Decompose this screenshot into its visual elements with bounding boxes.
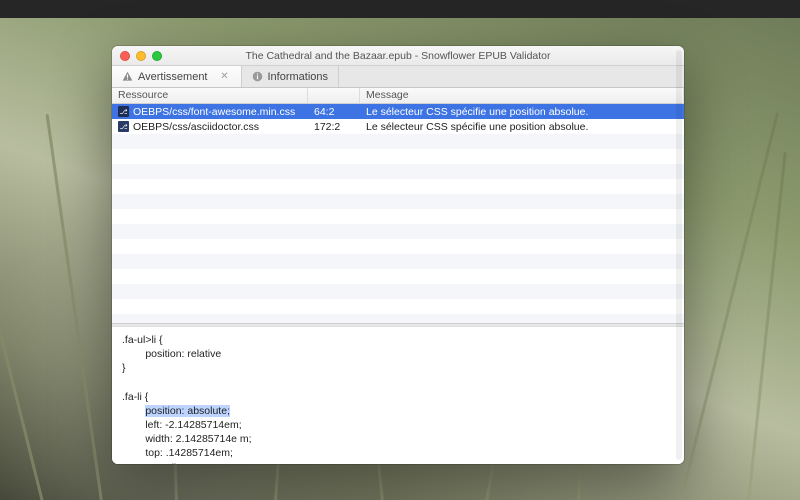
- source-line: text-align: center: [122, 461, 674, 464]
- table-row-empty: [112, 149, 684, 164]
- source-line: [122, 376, 674, 390]
- titlebar[interactable]: The Cathedral and the Bazaar.epub - Snow…: [112, 46, 684, 66]
- table-row-empty: [112, 194, 684, 209]
- table-row-empty: [112, 284, 684, 299]
- source-line: }: [122, 361, 674, 375]
- resize-grip[interactable]: [672, 452, 682, 462]
- column-header-resource[interactable]: Ressource: [112, 88, 308, 103]
- source-line: top: .14285714em;: [122, 446, 674, 460]
- app-window: The Cathedral and the Bazaar.epub - Snow…: [112, 46, 684, 464]
- table-header-row: Ressource Message: [112, 88, 684, 104]
- source-line: width: 2.14285714e m;: [122, 432, 674, 446]
- window-controls: [112, 51, 162, 61]
- table-row-empty: [112, 239, 684, 254]
- cell-line: 64:2: [308, 106, 360, 118]
- desktop-background: The Cathedral and the Bazaar.epub - Snow…: [0, 0, 800, 500]
- cell-line: 172:2: [308, 121, 360, 133]
- cell-resource: ⎇ OEBPS/css/asciidoctor.css: [112, 121, 308, 133]
- resource-path: OEBPS/css/asciidoctor.css: [133, 121, 259, 133]
- window-title: The Cathedral and the Bazaar.epub - Snow…: [112, 50, 684, 62]
- zoom-window-button[interactable]: [152, 51, 162, 61]
- cell-message: Le sélecteur CSS spécifie une position a…: [360, 121, 684, 133]
- table-row[interactable]: ⎇ OEBPS/css/font-awesome.min.css 64:2Le sé…: [112, 104, 684, 119]
- cell-message: Le sélecteur CSS spécifie une position a…: [360, 106, 684, 118]
- content-area: Ressource Message ⎇ OEBPS/css/font-awesom…: [112, 88, 684, 464]
- table-row[interactable]: ⎇ OEBPS/css/asciidoctor.css 172:2Le sélect…: [112, 119, 684, 134]
- cell-resource: ⎇ OEBPS/css/font-awesome.min.css: [112, 106, 308, 118]
- highlighted-code: position: absolute;: [145, 405, 230, 417]
- source-line: .fa-li {: [122, 390, 674, 404]
- info-icon: [252, 71, 263, 82]
- table-row-empty: [112, 209, 684, 224]
- source-line: position: absolute;: [122, 404, 674, 418]
- table-row-empty: [112, 134, 684, 149]
- table-row-empty: [112, 314, 684, 323]
- results-table: ⎇ OEBPS/css/font-awesome.min.css 64:2Le sé…: [112, 104, 684, 323]
- close-tab-button[interactable]: ✕: [219, 71, 231, 83]
- column-header-line[interactable]: [308, 88, 360, 103]
- tab-label: Informations: [268, 71, 329, 83]
- tab-label: Avertissement: [138, 71, 208, 83]
- css-file-icon: ⎇: [118, 121, 129, 132]
- css-file-icon: ⎇: [118, 106, 129, 117]
- tab-informations[interactable]: Informations: [242, 66, 340, 87]
- tab-avertissement[interactable]: Avertissement ✕: [112, 66, 242, 87]
- source-preview[interactable]: .fa-ul>li { position: relative} .fa-li {…: [112, 326, 684, 464]
- table-row-empty: [112, 164, 684, 179]
- source-line: .fa-ul>li {: [122, 333, 674, 347]
- close-window-button[interactable]: [120, 51, 130, 61]
- minimize-window-button[interactable]: [136, 51, 146, 61]
- resource-path: OEBPS/css/font-awesome.min.css: [133, 106, 295, 118]
- tab-bar: Avertissement ✕ Informations: [112, 66, 684, 88]
- warning-icon: [122, 71, 133, 82]
- table-row-empty: [112, 224, 684, 239]
- table-row-empty: [112, 269, 684, 284]
- column-header-message[interactable]: Message: [360, 88, 684, 103]
- results-rows: ⎇ OEBPS/css/font-awesome.min.css 64:2Le sé…: [112, 104, 684, 323]
- table-row-empty: [112, 299, 684, 314]
- source-line: left: -2.14285714em;: [122, 418, 674, 432]
- scrollbar-vertical[interactable]: [676, 326, 682, 460]
- table-row-empty: [112, 254, 684, 269]
- table-row-empty: [112, 179, 684, 194]
- source-line: position: relative: [122, 347, 674, 361]
